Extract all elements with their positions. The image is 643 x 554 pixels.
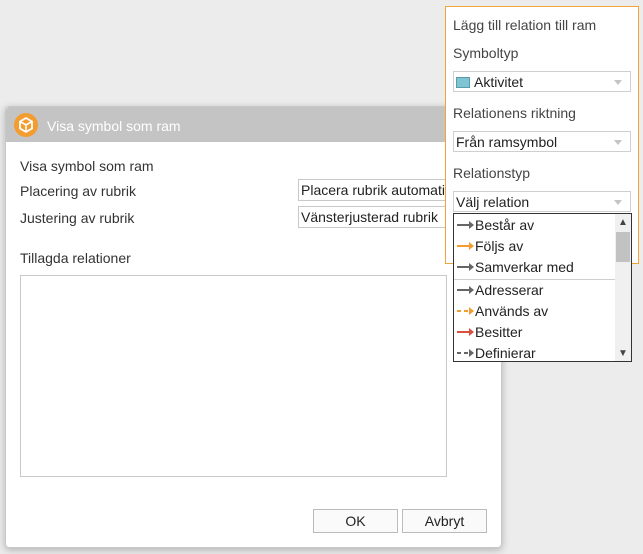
relation-arrow-icon <box>457 221 474 229</box>
relation-option[interactable]: Adresserar <box>454 280 614 301</box>
relation-arrow-icon <box>457 307 474 315</box>
title-placement-select[interactable]: Placera rubrik automatiskt <box>298 179 458 201</box>
relation-type-value: Välj relation <box>456 194 530 210</box>
chevron-down-icon <box>614 80 622 85</box>
title-placement-label: Placering av rubrik <box>20 183 136 199</box>
relation-arrow-icon <box>457 349 474 357</box>
panel-title: Lägg till relation till ram <box>453 17 597 33</box>
symbol-type-label: Symboltyp <box>453 45 519 61</box>
scrollbar-thumb[interactable] <box>616 232 630 262</box>
chevron-down-icon <box>614 140 622 145</box>
bidirectional-arrow-icon <box>457 263 474 271</box>
dialog-titlebar[interactable]: Visa symbol som ram <box>6 107 501 142</box>
scroll-down-icon[interactable]: ▼ <box>618 349 628 359</box>
cancel-button[interactable]: Avbryt <box>402 509 487 533</box>
relation-type-label: Relationstyp <box>453 165 531 181</box>
added-relations-list[interactable] <box>20 275 447 477</box>
relation-arrow-icon <box>457 242 474 250</box>
direction-select[interactable]: Från ramsymbol <box>453 131 631 152</box>
added-relations-label: Tillagda relationer <box>20 250 131 266</box>
relation-option[interactable]: Samverkar med <box>454 257 614 278</box>
relation-type-select[interactable]: Välj relation <box>453 191 631 212</box>
relation-option[interactable]: Följs av <box>454 236 614 257</box>
show-symbol-as-frame-dialog: Visa symbol som ram Visa symbol som ram … <box>5 106 502 548</box>
title-alignment-label: Justering av rubrik <box>20 210 135 226</box>
relation-option[interactable]: Definierar <box>454 343 614 361</box>
ok-button[interactable]: OK <box>313 509 398 533</box>
dialog-title: Visa symbol som ram <box>47 118 181 134</box>
symbol-type-value: Aktivitet <box>474 74 524 90</box>
title-alignment-select[interactable]: Vänsterjusterad rubrik <box>298 206 458 228</box>
symbol-type-select[interactable]: Aktivitet <box>453 71 631 92</box>
chevron-down-icon <box>614 200 622 205</box>
relation-type-dropdown-list[interactable]: Består av Följs av Samverkar med Adresse… <box>453 213 632 362</box>
relation-option[interactable]: Består av <box>454 215 614 236</box>
scroll-up-icon[interactable]: ▲ <box>618 218 628 228</box>
direction-label: Relationens riktning <box>453 105 576 121</box>
relation-option[interactable]: Används av <box>454 301 614 322</box>
relation-arrow-icon <box>457 286 474 294</box>
relation-option[interactable]: Besitter <box>454 322 614 343</box>
app-logo-icon <box>14 113 38 137</box>
direction-value: Från ramsymbol <box>456 134 558 150</box>
list-scrollbar[interactable]: ▲ ▼ <box>615 214 631 361</box>
relation-arrow-icon <box>457 328 474 336</box>
activity-symbol-icon <box>456 77 470 88</box>
dialog-heading: Visa symbol som ram <box>20 158 154 174</box>
